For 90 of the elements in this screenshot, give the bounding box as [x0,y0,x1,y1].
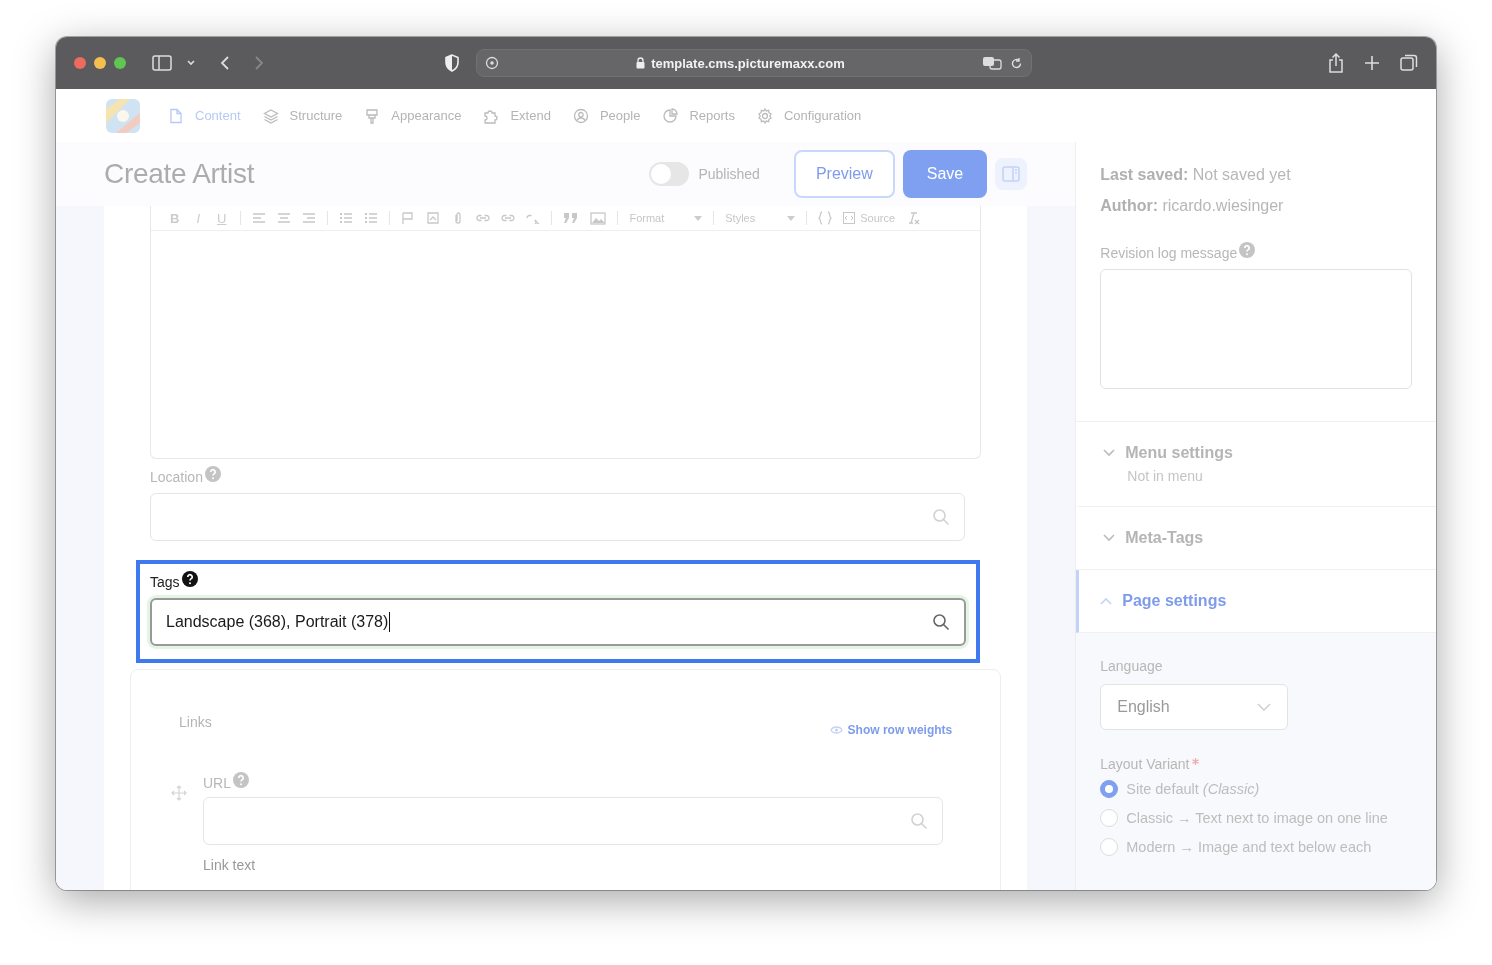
caret-icon [694,215,703,221]
radio-label: Classic → Text next to image on one line [1126,810,1388,826]
field-label: Revision log message [1100,245,1238,261]
toggle-label: Published [698,166,760,182]
show-row-weights-link[interactable]: Show row weights [829,723,953,737]
translate-icon[interactable] [982,56,1002,70]
chevron-icon [1103,449,1116,457]
sidebar-icon[interactable] [152,55,172,71]
code-icon [843,212,856,224]
braces-icon[interactable] [818,211,833,225]
site-settings-icon[interactable] [485,56,499,70]
chevron-icon [1103,534,1116,542]
brush-icon [364,107,381,124]
new-tab-icon[interactable] [1364,55,1380,71]
field-label: Location [150,469,203,485]
section-summary: Not in menu [1127,468,1204,484]
page-title: Create Artist [104,158,255,190]
field-label: Link text [203,857,257,873]
location-field[interactable] [150,493,966,541]
field-label: Tags [150,574,180,590]
gear-icon [756,107,773,124]
author-text: Author: ricardo.wiesinger [1100,197,1285,215]
accordion-section[interactable]: Meta-Tags [1076,507,1436,570]
preview-button[interactable]: Preview [793,150,895,198]
source-button[interactable]: Source [843,212,896,224]
field-label: Language [1100,658,1163,674]
section-title: Meta-Tags [1125,529,1204,547]
link-icon[interactable] [501,212,516,224]
help-icon[interactable] [181,571,198,587]
section-title: Page settings [1122,592,1227,610]
reload-icon[interactable] [1010,56,1023,70]
chevron-icon [1100,597,1113,605]
nav-item[interactable]: Configuration [756,107,862,124]
drag-handle-icon[interactable] [171,785,187,801]
pie-icon [662,107,679,124]
chevron-down-icon [1257,703,1272,711]
clear-format-icon[interactable] [906,211,921,225]
nav-item[interactable]: Extend [483,107,551,124]
forward-icon[interactable] [254,55,264,71]
nav-item[interactable]: Structure [262,107,343,124]
lock-icon [636,57,646,69]
align-left-icon[interactable] [252,212,267,224]
page-icon [168,107,184,124]
align-center-icon[interactable] [277,212,292,224]
tags-field[interactable]: Landscape (368), Portrait (378) [150,598,967,646]
format-dropdown[interactable]: Format [629,212,703,224]
align-right-icon[interactable] [302,212,317,224]
section-title: Menu settings [1125,444,1233,462]
bullet-list-icon[interactable] [339,212,354,224]
logo-icon[interactable] [106,98,140,133]
panel-icon [1002,166,1021,182]
caret-icon [787,215,796,221]
close-icon[interactable] [74,57,86,69]
revision-log-field[interactable] [1100,269,1412,389]
field-label: Layout Variant [1100,756,1190,772]
accordion-section[interactable]: Menu settings Not in menu [1076,422,1436,507]
save-button[interactable]: Save [902,150,988,198]
nav-item[interactable]: Reports [662,107,735,124]
last-saved-text: Last saved: Not saved yet [1100,166,1292,184]
quote-icon[interactable] [563,212,580,224]
flag-icon[interactable] [401,212,416,224]
shield-icon[interactable] [444,54,460,72]
tabs-overview-icon[interactable] [1400,54,1418,72]
language-select[interactable]: English [1100,684,1289,730]
chevron-down-icon[interactable] [186,59,196,67]
puzzle-icon [483,107,500,124]
layers-icon [262,107,279,124]
published-toggle[interactable] [649,162,690,186]
share-icon[interactable] [1328,53,1344,73]
radio-button[interactable] [1100,780,1119,798]
radio-label: Site default (Classic) [1126,781,1260,797]
radio-label: Modern → Image and text below each [1126,839,1372,855]
field-label: URL [203,775,231,791]
numbered-list-icon[interactable] [364,212,379,224]
styles-dropdown[interactable]: Styles [725,212,796,224]
nav-item[interactable]: Appearance [364,107,462,124]
url-field[interactable] [203,797,944,845]
person-icon [572,107,589,124]
sidebar-toggle-button[interactable] [995,158,1028,190]
section-title: Links [179,714,212,730]
link-icon[interactable] [476,212,491,224]
minimize-icon[interactable] [94,57,106,69]
eye-icon [829,725,843,735]
search-icon[interactable] [932,613,951,631]
nav-item[interactable]: Content [168,107,241,124]
zoom-icon[interactable] [114,57,126,69]
address-bar[interactable]: template.cms.picturemaxx.com [476,49,1032,77]
back-icon[interactable] [220,55,230,71]
nav-item[interactable]: People [572,107,641,124]
url-text: template.cms.picturemaxx.com [651,55,845,71]
